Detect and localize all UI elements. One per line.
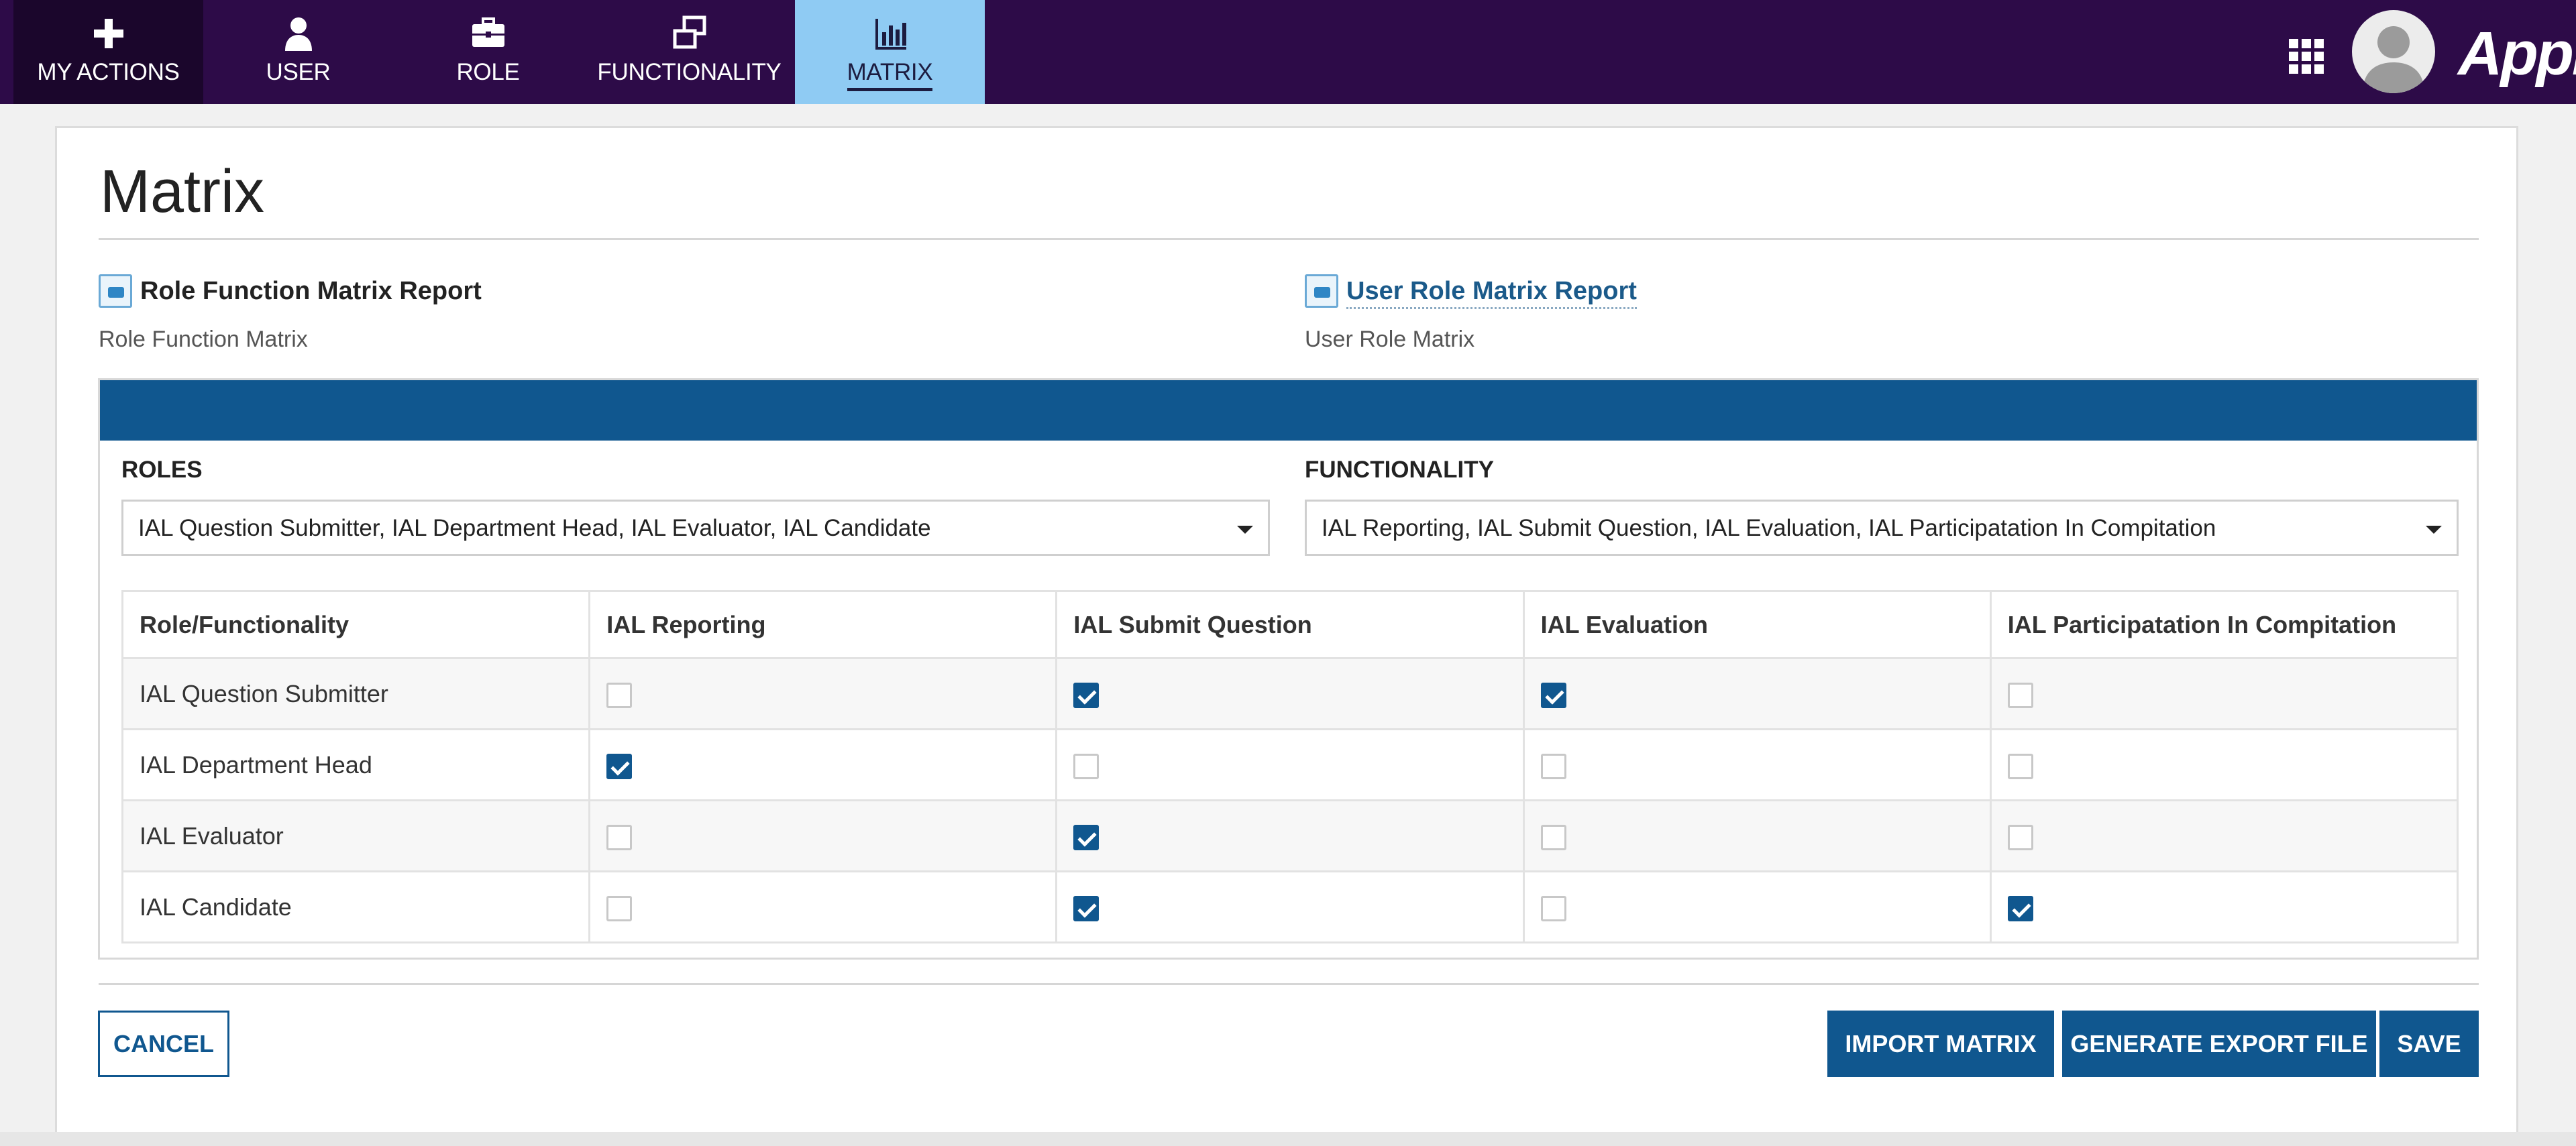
checkbox-checked[interactable]: [606, 753, 633, 779]
checkbox-checked[interactable]: [1073, 682, 1099, 708]
tab-role[interactable]: ROLE: [393, 0, 583, 104]
column-header: IAL Submit Question: [1055, 590, 1525, 659]
table-row: IAL Evaluator: [121, 799, 2459, 872]
footer-divider: [99, 983, 2479, 985]
user-role-report-link[interactable]: User Role Matrix Report: [1346, 277, 1637, 309]
matrix-cell: [588, 657, 1058, 730]
apps-grid-icon[interactable]: [2288, 38, 2325, 75]
caret-down-icon: [2426, 526, 2442, 534]
checkbox-checked[interactable]: [1073, 824, 1099, 850]
matrix-cell: [1055, 657, 1525, 730]
matrix-cell: [1522, 657, 1992, 730]
column-header: IAL Participatation In Compitation: [1989, 590, 2459, 659]
checkbox-unchecked[interactable]: [2007, 682, 2033, 708]
roles-selected-value: IAL Question Submitter, IAL Department H…: [138, 515, 931, 541]
checkbox-checked[interactable]: [2007, 895, 2033, 921]
matrix-cell: [588, 728, 1058, 801]
role-name-cell: IAL Question Submitter: [121, 657, 591, 730]
matrix-cell: [588, 799, 1058, 872]
tab-label: USER: [266, 59, 331, 85]
functionality-label: FUNCTIONALITY: [1305, 457, 1494, 483]
title-divider: [99, 238, 2479, 240]
appian-logo: Appian: [2458, 19, 2576, 88]
matrix-cell: [1055, 728, 1525, 801]
table-row: IAL Candidate: [121, 870, 2459, 943]
matrix-cell: [1055, 799, 1525, 872]
generate-export-file-button[interactable]: GENERATE EXPORT FILE: [2062, 1011, 2376, 1077]
tab-functionality[interactable]: FUNCTIONALITY: [594, 0, 784, 104]
matrix-cell: [1989, 728, 2459, 801]
role-name-cell: IAL Evaluator: [121, 799, 591, 872]
windows-icon: [673, 15, 706, 49]
tab-label: MY ACTIONS: [37, 59, 180, 85]
matrix-cell: [1522, 870, 1992, 943]
matrix-cell: [1989, 870, 2459, 943]
checkbox-unchecked[interactable]: [2007, 753, 2033, 779]
report-subtitle: Role Function Matrix: [99, 327, 308, 352]
matrix-cell: [588, 870, 1058, 943]
checkbox-unchecked[interactable]: [1540, 895, 1566, 921]
table-row: IAL Question Submitter: [121, 657, 2459, 730]
cancel-button[interactable]: CANCEL: [98, 1011, 229, 1077]
tab-my-actions[interactable]: MY ACTIONS: [13, 0, 203, 104]
checkbox-checked[interactable]: [1073, 895, 1099, 921]
role-name-cell: IAL Candidate: [121, 870, 591, 943]
matrix-card: Matrix Role Function Matrix Report Role …: [55, 126, 2518, 1146]
checkbox-unchecked[interactable]: [606, 682, 633, 708]
column-header: Role/Functionality: [121, 590, 591, 659]
report-subtitle: User Role Matrix: [1305, 327, 1475, 352]
checkbox-unchecked[interactable]: [1073, 753, 1099, 779]
matrix-cell: [1989, 799, 2459, 872]
page-bottom-strip: [0, 1132, 2576, 1146]
matrix-cell: [1055, 870, 1525, 943]
report-icon: [1305, 274, 1338, 308]
report-title: Role Function Matrix Report: [140, 277, 482, 305]
column-header: IAL Reporting: [588, 590, 1058, 659]
column-header: IAL Evaluation: [1522, 590, 1992, 659]
tab-user[interactable]: USER: [203, 0, 393, 104]
plus-icon: [93, 19, 123, 48]
section-header-band: [100, 380, 2477, 441]
functionality-dropdown[interactable]: IAL Reporting, IAL Submit Question, IAL …: [1305, 500, 2459, 556]
matrix-section: ROLES IAL Question Submitter, IAL Depart…: [98, 378, 2479, 960]
top-navigation-bar: MY ACTIONS USER ROLE FUNCTIONALITY MATRI…: [0, 0, 2576, 104]
checkbox-unchecked[interactable]: [1540, 753, 1566, 779]
roles-label: ROLES: [121, 457, 203, 483]
tab-label: MATRIX: [795, 59, 985, 91]
role-function-matrix-table: Role/Functionality IAL Reporting IAL Sub…: [121, 590, 2459, 943]
page-title: Matrix: [100, 158, 264, 225]
roles-dropdown[interactable]: IAL Question Submitter, IAL Department H…: [121, 500, 1270, 556]
matrix-cell: [1522, 799, 1992, 872]
report-icon: [99, 274, 132, 308]
checkbox-unchecked[interactable]: [2007, 824, 2033, 850]
checkbox-checked[interactable]: [1540, 682, 1566, 708]
matrix-cell: [1989, 657, 2459, 730]
tab-label: ROLE: [456, 59, 520, 85]
caret-down-icon: [1237, 526, 1253, 534]
bar-chart-icon: [875, 19, 906, 50]
tab-matrix[interactable]: MATRIX: [795, 0, 985, 104]
table-header-row: Role/Functionality IAL Reporting IAL Sub…: [121, 590, 2459, 659]
briefcase-icon: [472, 17, 504, 47]
checkbox-unchecked[interactable]: [1540, 824, 1566, 850]
role-name-cell: IAL Department Head: [121, 728, 591, 801]
checkbox-unchecked[interactable]: [606, 824, 633, 850]
matrix-cell: [1522, 728, 1992, 801]
import-matrix-button[interactable]: IMPORT MATRIX: [1827, 1011, 2054, 1077]
avatar[interactable]: [2352, 10, 2435, 93]
checkbox-unchecked[interactable]: [606, 895, 633, 921]
tab-label: FUNCTIONALITY: [597, 59, 782, 85]
user-avatar-icon: [2363, 26, 2424, 93]
save-button[interactable]: SAVE: [2379, 1011, 2479, 1077]
table-row: IAL Department Head: [121, 728, 2459, 801]
functionality-selected-value: IAL Reporting, IAL Submit Question, IAL …: [1322, 515, 2216, 541]
user-icon: [284, 17, 312, 51]
